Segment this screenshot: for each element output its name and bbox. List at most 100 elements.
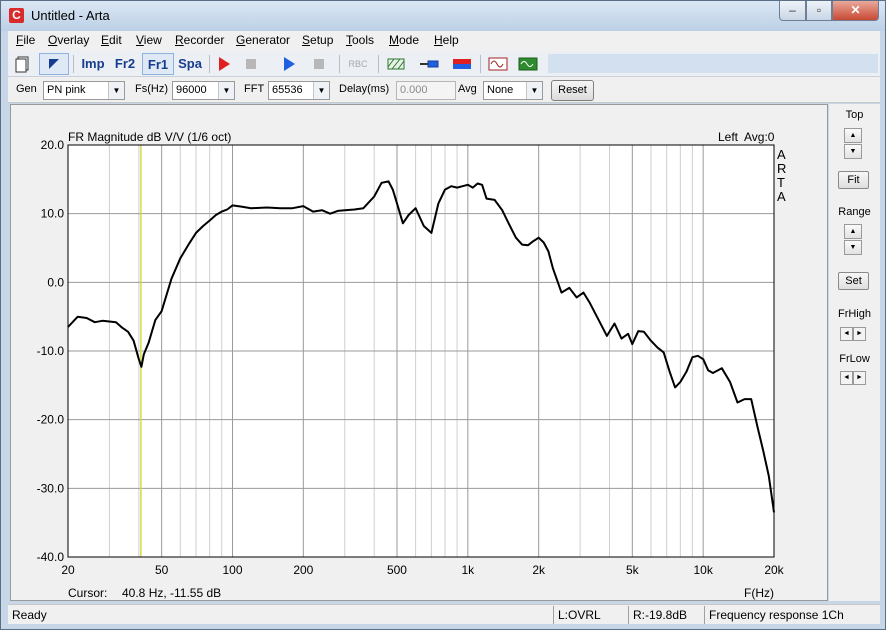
range-down-button[interactable]: ▼ [844, 240, 862, 255]
status-mode: Frequency response 1Ch [704, 606, 880, 624]
sine-wave-icon[interactable] [486, 53, 510, 75]
fr2-button[interactable]: Fr2 [110, 53, 140, 75]
signal-wave-icon[interactable] [516, 53, 540, 75]
toolbar-empty-area [548, 54, 878, 73]
menu-mode[interactable]: Mode [389, 33, 419, 47]
menu-mode-mnemonic: M [389, 33, 399, 47]
avg-label: Avg [458, 83, 477, 95]
generator-stop-icon[interactable] [308, 53, 330, 75]
menu-setup[interactable]: Setup [302, 33, 333, 47]
top-down-button[interactable]: ▼ [844, 144, 862, 159]
impulse-response-button[interactable]: Imp [78, 53, 108, 75]
channel-label: Left [718, 130, 739, 144]
record-play-icon[interactable] [213, 53, 235, 75]
x-tick-label: 500 [387, 563, 407, 577]
menu-view-label: iew [143, 33, 162, 47]
menu-view-mnemonic: V [136, 33, 144, 47]
chevron-down-icon[interactable]: ▼ [218, 82, 234, 99]
gen-label: Gen [16, 83, 37, 95]
delay-field[interactable]: 0.000 [396, 81, 456, 100]
menu-file-label: ile [23, 33, 36, 47]
plot-area[interactable]: 20 50 100 200 500 1k 2k 5k 10k 20k 20.0 10.0 0.0 -10.… [10, 104, 828, 601]
menu-edit[interactable]: Edit [101, 33, 122, 47]
x-tick-label: 2k [532, 563, 546, 577]
hatched-box-icon[interactable] [384, 53, 408, 75]
minimize-button[interactable]: – [779, 1, 806, 21]
toolbar: Imp Fr2 Fr1 Spa RBC [8, 51, 880, 77]
menu-generator[interactable]: Generator [236, 33, 290, 47]
chevron-down-icon[interactable]: ▼ [526, 82, 542, 99]
x-axis-label: F(Hz) [744, 586, 774, 600]
range-label: Range [838, 206, 871, 218]
toolbar-separator [378, 55, 379, 73]
cursor-readout: 40.8 Hz, -11.55 dB [122, 586, 221, 600]
y-tick-label: 0.0 [47, 275, 64, 289]
menu-help-label: elp [442, 33, 459, 47]
y-tick-label: -20.0 [37, 413, 65, 427]
color-bar-icon[interactable] [450, 53, 474, 75]
sample-rate-select[interactable]: 96000 ▼ [172, 81, 235, 100]
menu-overlay[interactable]: Overlay [48, 33, 89, 47]
frhigh-label: FrHigh [837, 308, 871, 320]
frequency-response-chart[interactable]: 20 50 100 200 500 1k 2k 5k 10k 20k 20.0 10.0 0.0 -10.… [11, 105, 827, 600]
arta-window: C Untitled - Arta – ▫ ✕ File Overlay Edi… [0, 0, 886, 630]
menu-tools[interactable]: Tools [346, 33, 374, 47]
menu-tools-label: ools [352, 33, 375, 47]
set-button[interactable]: Set [838, 272, 869, 290]
menu-help[interactable]: Help [434, 33, 459, 47]
averaging-select[interactable]: None ▼ [483, 81, 543, 100]
menu-help-mnemonic: H [434, 33, 443, 47]
top-label: Top [845, 109, 864, 121]
menu-overlay-mnemonic: O [48, 33, 58, 47]
reset-button[interactable]: Reset [551, 80, 594, 101]
record-stop-icon[interactable] [240, 53, 262, 75]
menu-file[interactable]: File [16, 33, 35, 47]
fs-label: Fs(Hz) [135, 83, 168, 95]
new-document-icon[interactable] [12, 53, 34, 75]
measurement-params-bar: Gen PN pink ▼ Fs(Hz) 96000 ▼ FFT 65536 ▼ De… [8, 77, 880, 103]
generator-select-value: PN pink [47, 84, 86, 96]
fft-size-value: 65536 [272, 84, 303, 96]
arta-app-icon[interactable]: C [9, 8, 24, 23]
title-bar[interactable]: C Untitled - Arta – ▫ ✕ [1, 1, 885, 31]
fit-button[interactable]: Fit [838, 171, 869, 189]
chevron-down-icon[interactable]: ▼ [108, 82, 124, 99]
right-control-panel: Top ▲ ▼ Fit Range ▲ ▼ Set FrHigh ◄ ► FrL… [829, 104, 880, 601]
close-button[interactable]: ✕ [832, 1, 879, 21]
fft-label: FFT [244, 83, 265, 95]
x-tick-label: 20 [61, 563, 75, 577]
x-tick-label: 1k [461, 563, 475, 577]
probe-icon[interactable] [418, 53, 442, 75]
cursor-label: Cursor: [68, 586, 107, 600]
frlow-right-button[interactable]: ► [853, 371, 866, 385]
status-left-level: L:OVRL [553, 606, 628, 624]
arta-watermark-a: A [777, 147, 786, 162]
spectrum-button[interactable]: Spa [175, 53, 205, 75]
menu-setup-mnemonic: S [302, 33, 311, 47]
x-tick-label: 100 [222, 563, 242, 577]
chevron-down-icon[interactable]: ▼ [313, 82, 329, 99]
y-tick-label: -40.0 [37, 550, 65, 564]
generator-select[interactable]: PN pink ▼ [43, 81, 125, 100]
frlow-left-button[interactable]: ◄ [840, 371, 853, 385]
menu-overlay-label: verlay [57, 33, 90, 47]
top-up-button[interactable]: ▲ [844, 128, 862, 143]
x-tick-label: 5k [626, 563, 640, 577]
fft-size-select[interactable]: 65536 ▼ [268, 81, 330, 100]
frhigh-left-button[interactable]: ◄ [840, 327, 853, 341]
toolbar-separator [339, 55, 340, 73]
fr1-button[interactable]: Fr1 [142, 53, 174, 75]
frlow-label: FrLow [839, 353, 870, 365]
menu-recorder[interactable]: Recorder [175, 33, 224, 47]
range-up-button[interactable]: ▲ [844, 224, 862, 239]
maximize-button[interactable]: ▫ [806, 1, 832, 21]
menu-edit-label: dit [109, 33, 122, 47]
frhigh-right-button[interactable]: ► [853, 327, 866, 341]
generator-play-icon[interactable] [278, 53, 300, 75]
status-bar: Ready L:OVRL R:-19.8dB Frequency respons… [8, 604, 880, 624]
menu-recorder-label: ecorder [183, 33, 225, 47]
select-tool-icon[interactable] [39, 53, 69, 75]
menu-view[interactable]: View [136, 33, 162, 47]
toolbar-separator [73, 55, 74, 73]
rbc-button[interactable]: RBC [344, 53, 372, 75]
